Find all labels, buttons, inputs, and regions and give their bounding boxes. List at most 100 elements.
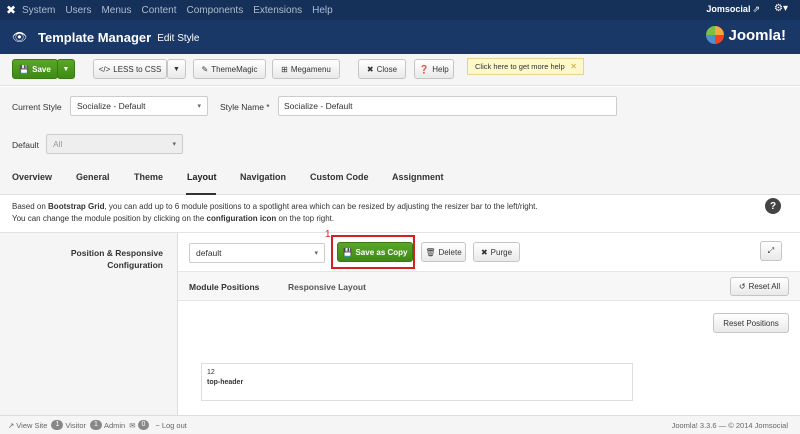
less-to-css-button[interactable]: </> LESS to CSS <box>93 59 167 79</box>
toolbar: 💾 Save ▼ </> LESS to CSS ▼ ✎ ThemeMagic ⊞ Me… <box>0 54 800 86</box>
tab-layout[interactable]: Layout <box>187 172 217 182</box>
mail-status[interactable]: ✉ 0 <box>129 420 151 430</box>
tab-navigation[interactable]: Navigation <box>240 172 286 182</box>
default-label: Default <box>12 140 39 150</box>
help-button[interactable]: ❓ Help <box>414 59 454 79</box>
admin-status: 1 Admin <box>90 420 125 430</box>
module-position-block[interactable]: 12 top-header <box>201 363 633 401</box>
menu-content[interactable]: Content <box>141 5 176 16</box>
reset-positions-label: Reset Positions <box>723 318 779 328</box>
logout-link[interactable]: − Log out <box>155 421 186 430</box>
layout-label-column: Position & Responsive Configuration <box>0 232 177 415</box>
close-button[interactable]: ✖ Close <box>358 59 406 79</box>
joomla-logo-text: Joomla! <box>728 26 786 44</box>
sitemap-icon: ⊞ <box>281 64 288 74</box>
joomla-icon[interactable]: ✖ <box>0 0 22 20</box>
eye-icon: 👁 <box>12 30 28 44</box>
select-caret-icon: ▾ <box>197 103 201 110</box>
megamenu-button[interactable]: ⊞ Megamenu <box>272 59 340 79</box>
thememagic-button[interactable]: ✎ ThemeMagic <box>193 59 266 79</box>
site-link[interactable]: Jomsocial ⇗ <box>706 4 760 15</box>
title-bar: 👁 Template Manager Edit Style Joomla! <box>0 20 800 54</box>
tab-theme[interactable]: Theme <box>134 172 163 182</box>
default-select[interactable]: All ▾ <box>46 134 183 154</box>
tab-custom-code[interactable]: Custom Code <box>310 172 369 182</box>
menu-components[interactable]: Components <box>187 5 244 16</box>
reset-all-button[interactable]: ↺ Reset All <box>730 277 789 296</box>
view-site-link[interactable]: ↗ View Site <box>8 421 47 430</box>
joomla-logo-icon <box>706 26 725 44</box>
purge-label: Purge <box>490 247 513 257</box>
select-caret-icon: ▾ <box>172 141 176 148</box>
undo-icon: ↺ <box>738 282 746 291</box>
layout-select[interactable]: default ▾ <box>189 243 325 263</box>
admin-label: Admin <box>103 420 126 430</box>
reset-all-label: Reset All <box>748 282 781 291</box>
less-dropdown-button[interactable]: ▼ <box>167 59 186 79</box>
status-footer: ↗ View Site 1 Visitor 1 Admin ✉ 0 − Log out J… <box>0 415 800 434</box>
tab-assignment[interactable]: Assignment <box>392 172 444 182</box>
save-dropdown-button[interactable]: ▼ <box>57 59 75 79</box>
delete-label: Delete <box>438 247 462 257</box>
visitor-label: Visitor <box>65 420 87 430</box>
logout-label: Log out <box>161 420 187 430</box>
annotation-number: 1 <box>325 229 331 240</box>
default-value: All <box>53 139 63 149</box>
module-name: top-header <box>207 379 244 386</box>
current-style-select[interactable]: Socialize - Default ▾ <box>70 96 208 116</box>
tab-bar: Overview General Theme Layout Navigation… <box>0 160 800 195</box>
menu-menus[interactable]: Menus <box>101 5 131 16</box>
user-menu-gear-icon[interactable]: ⚙▾ <box>774 3 788 14</box>
layout-subtabs: Module Positions Responsive Layout ↺ Rese… <box>178 271 800 301</box>
tab-overview[interactable]: Overview <box>12 172 52 182</box>
close-hint-icon[interactable]: ✕ <box>570 62 577 71</box>
position-config-label: Position & Responsive Configuration <box>71 247 163 271</box>
copyright-text: Joomla! 3.3.6 — © 2014 Jomsocial <box>671 421 788 430</box>
help-hint[interactable]: Click here to get more help ✕ <box>467 58 584 75</box>
menu-system[interactable]: System <box>22 5 55 16</box>
page-subtitle: Edit Style <box>157 32 200 44</box>
close-icon: ✖ <box>366 64 374 74</box>
info-bold: configuration icon <box>206 214 277 223</box>
caret-down-icon: ▼ <box>173 65 180 73</box>
annotation-highlight-box <box>331 235 415 269</box>
mail-icon: ✉ <box>129 420 136 430</box>
layout-editor: default ▾ 💾 Save as Copy 🗑 Delete ✖ Purge ⤢ … <box>177 232 800 415</box>
delete-button[interactable]: 🗑 Delete <box>421 242 466 262</box>
external-link-icon: ⇗ <box>752 4 760 14</box>
style-name-input[interactable]: Socialize - Default <box>278 96 617 116</box>
menu-users[interactable]: Users <box>65 5 91 16</box>
caret-down-icon: ▼ <box>62 65 70 73</box>
save-button[interactable]: 💾 Save <box>12 59 58 79</box>
info-line-2: You can change the module position by cl… <box>12 213 752 225</box>
site-name: Jomsocial <box>706 4 751 14</box>
select-caret-icon: ▾ <box>314 250 318 257</box>
save-icon: 💾 <box>19 64 30 74</box>
menu-extensions[interactable]: Extensions <box>253 5 302 16</box>
info-text: on the top right. <box>276 214 335 223</box>
purge-button[interactable]: ✖ Purge <box>473 242 520 262</box>
expand-icon: ⤢ <box>767 246 775 255</box>
magic-wand-icon: ✎ <box>201 64 209 74</box>
mail-count-badge: 0 <box>137 420 150 430</box>
fullscreen-button[interactable]: ⤢ <box>760 241 782 261</box>
close-label: Close <box>376 64 398 74</box>
help-circle-icon[interactable]: ? <box>765 198 781 214</box>
menu-help[interactable]: Help <box>312 5 333 16</box>
style-name-label: Style Name * <box>220 102 270 112</box>
tab-general[interactable]: General <box>76 172 110 182</box>
layout-info-text: Based on Bootstrap Grid, you can add up … <box>12 201 752 225</box>
current-style-label: Current Style <box>12 102 62 112</box>
code-icon: </> <box>98 64 111 74</box>
question-icon: ❓ <box>419 64 430 74</box>
page-title: Template Manager <box>38 29 152 45</box>
layout-select-value: default <box>196 248 222 258</box>
subtab-responsive-layout[interactable]: Responsive Layout <box>288 282 366 292</box>
logout-icon: − <box>155 420 160 430</box>
position-config-line1: Position & Responsive <box>70 248 163 258</box>
less-to-css-label: LESS to CSS <box>113 64 162 74</box>
subtab-module-positions[interactable]: Module Positions <box>189 282 259 292</box>
visitor-status: 1 Visitor <box>51 420 86 430</box>
help-hint-text: Click here to get more help <box>475 62 565 71</box>
reset-positions-button[interactable]: Reset Positions <box>713 313 789 333</box>
